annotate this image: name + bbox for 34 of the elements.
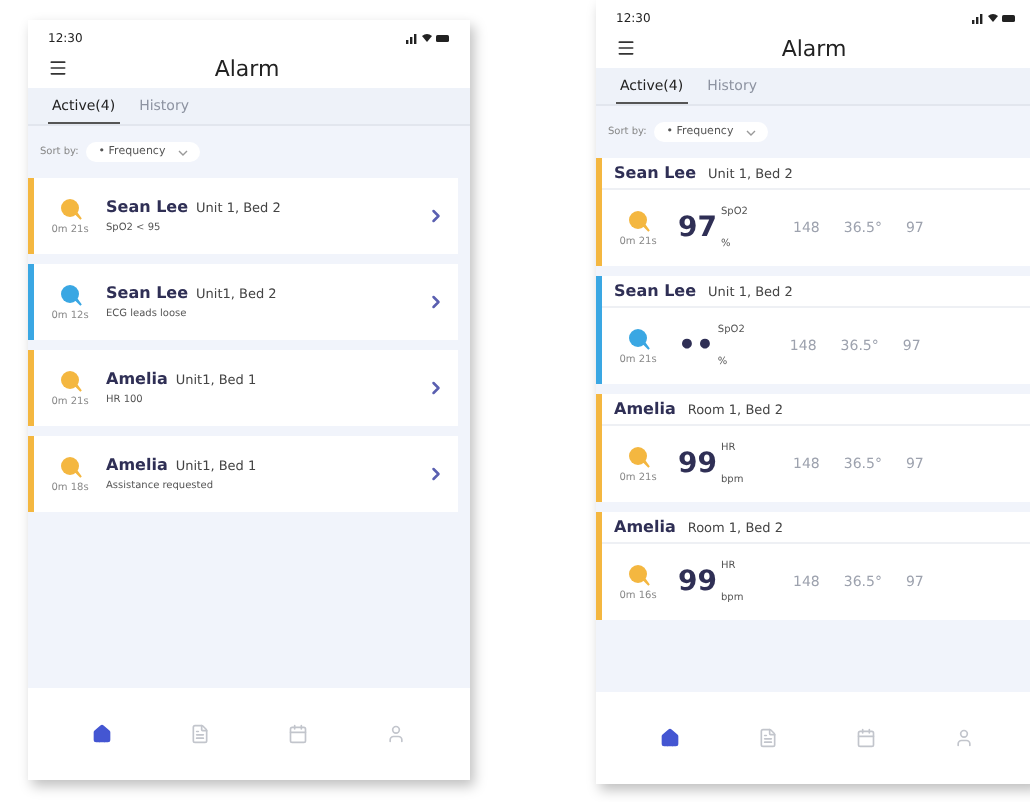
- caret-icon: [745, 129, 756, 135]
- calendar-icon: [288, 724, 309, 744]
- menu-icon[interactable]: [616, 38, 636, 58]
- home-icon: [659, 728, 679, 748]
- chevron-icon[interactable]: [426, 378, 446, 398]
- patient-name: Amelia: [614, 400, 676, 418]
- patient-name: Amelia: [614, 518, 676, 536]
- nav-button[interactable]: [91, 724, 112, 744]
- patient-name: Sean Lee: [614, 164, 697, 182]
- vital-value: 99: [678, 448, 717, 480]
- status-icons: [406, 32, 450, 44]
- patient-name: Amelia: [106, 370, 168, 388]
- document-icon: [757, 728, 777, 748]
- screen-title: Alarm: [212, 55, 282, 81]
- status-icons: [972, 12, 1016, 24]
- patient-name: Amelia: [106, 456, 168, 474]
- profile-icon: [953, 728, 973, 748]
- document-icon: [189, 724, 210, 744]
- vital-value: 99: [678, 566, 717, 598]
- patient-name: Sean Lee: [106, 198, 189, 216]
- nav-button[interactable]: [659, 728, 679, 748]
- profile-icon: [386, 724, 407, 744]
- home-icon: [91, 724, 112, 744]
- vital-value: ••: [678, 330, 714, 362]
- caret-icon: [177, 149, 188, 155]
- patient-name: Sean Lee: [614, 282, 697, 300]
- screen-title: Alarm: [779, 35, 849, 61]
- calendar-icon: [855, 728, 875, 748]
- vital-value: 97: [678, 212, 717, 244]
- patient-name: Sean Lee: [106, 284, 189, 302]
- menu-icon[interactable]: [48, 58, 68, 78]
- chevron-icon[interactable]: [426, 464, 446, 484]
- chevron-icon[interactable]: [426, 292, 446, 312]
- chevron-icon[interactable]: [426, 206, 446, 226]
